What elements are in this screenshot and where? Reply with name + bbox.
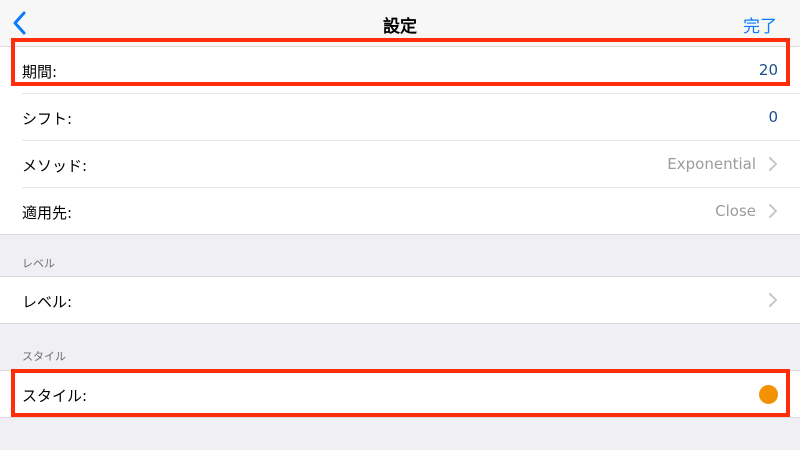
shift-row[interactable]: シフト: 0 <box>22 94 800 141</box>
settings-group-levels: レベル: <box>0 276 800 324</box>
page-title: 設定 <box>383 17 417 37</box>
method-row[interactable]: メソッド: Exponential <box>22 141 800 188</box>
style-section-header: スタイル <box>22 350 66 363</box>
method-label: メソッド: <box>22 157 88 175</box>
apply-to-row[interactable]: 適用先: Close <box>22 188 800 234</box>
shift-label: シフト: <box>22 110 73 128</box>
chevron-right-icon <box>769 204 777 218</box>
levels-label: レベル: <box>22 293 73 311</box>
highlight-period-row <box>11 38 790 86</box>
shift-value[interactable]: 0 <box>768 108 778 126</box>
apply-to-label: 適用先: <box>22 204 73 222</box>
chevron-right-icon <box>769 157 777 171</box>
levels-section-header: レベル <box>22 257 55 270</box>
highlight-style-row <box>11 369 790 417</box>
chevron-right-icon <box>769 293 777 307</box>
apply-to-value: Close <box>715 202 756 220</box>
method-value: Exponential <box>667 155 756 173</box>
done-button[interactable]: 完了 <box>743 12 777 37</box>
levels-row[interactable]: レベル: <box>22 277 800 323</box>
